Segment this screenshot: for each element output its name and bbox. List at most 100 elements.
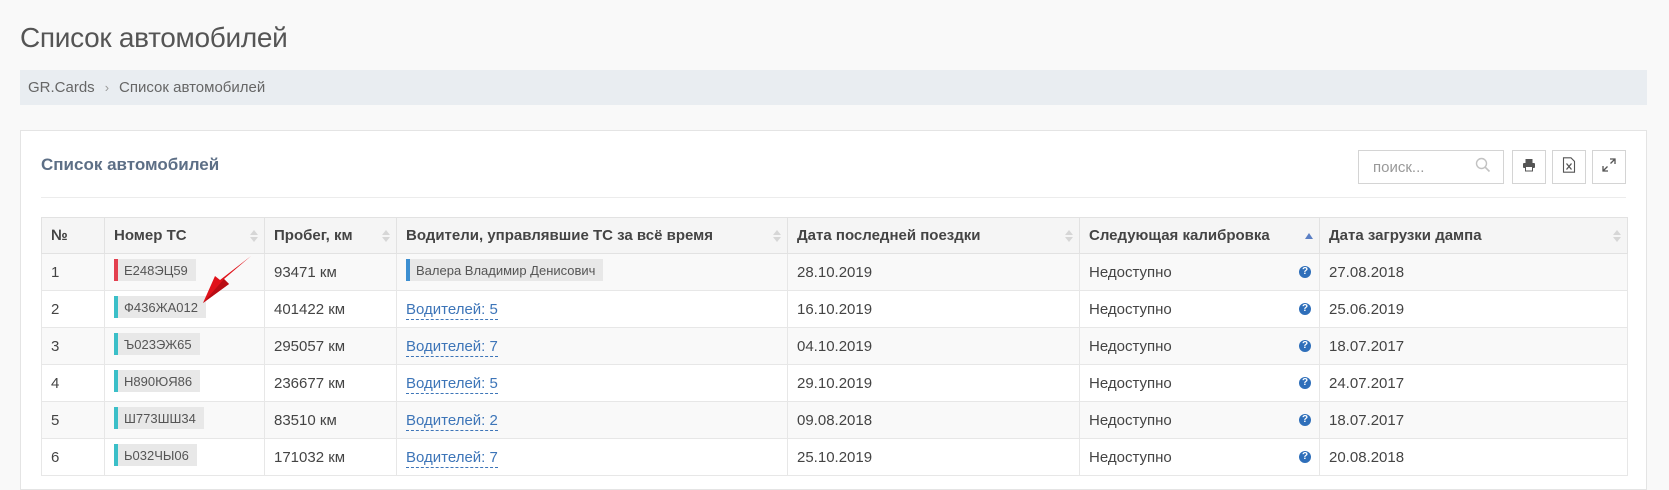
cell-number: 2 (41, 290, 105, 328)
excel-export-icon (1562, 156, 1576, 178)
cell-last-trip: 04.10.2019 (787, 327, 1080, 365)
cell-mileage: 171032 км (264, 438, 397, 476)
driver-tag[interactable]: Валера Владимир Денисович (406, 259, 604, 281)
sort-icon (1065, 229, 1073, 242)
cell-dump-date: 24.07.2017 (1319, 364, 1628, 402)
search-input[interactable] (1371, 157, 1475, 177)
cell-mileage: 83510 км (264, 401, 397, 439)
cell-last-trip: 09.08.2018 (787, 401, 1080, 439)
breadcrumb-current: Список автомобилей (119, 79, 266, 96)
cell-plate: Ф436ЖА012 (104, 290, 265, 328)
cell-drivers: Водителей: 7 (396, 438, 788, 476)
export-excel-button[interactable] (1552, 150, 1586, 184)
cell-number: 4 (41, 364, 105, 402)
cell-plate: Ъ023ЭЖ65 (104, 327, 265, 365)
print-icon (1522, 158, 1536, 177)
column-header-number: № (41, 217, 105, 254)
plate-badge[interactable]: Ш773ШШ34 (114, 407, 204, 429)
table-row[interactable]: 2 Ф436ЖА012 401422 км Водителей: 5 16.10.201… (41, 290, 1628, 328)
cell-plate: Ш773ШШ34 (104, 401, 265, 439)
drivers-count-link[interactable]: Водителей: 7 (406, 337, 498, 357)
cell-calibration: Недоступно? (1079, 401, 1320, 439)
plate-status-stripe (114, 407, 118, 429)
cell-drivers: Водителей: 5 (396, 290, 788, 328)
cell-drivers: Водителей: 5 (396, 364, 788, 402)
cell-last-trip: 25.10.2019 (787, 438, 1080, 476)
cell-plate: Е248ЭЦ59 (104, 253, 265, 291)
page-title: Список автомобилей (20, 22, 288, 53)
cell-drivers: Валера Владимир Денисович (396, 253, 788, 291)
vehicles-card: Список автомобилей № (20, 130, 1647, 490)
cell-calibration: Недоступно? (1079, 438, 1320, 476)
help-icon[interactable]: ? (1299, 414, 1311, 426)
help-icon[interactable]: ? (1299, 377, 1311, 389)
table-header-row: № Номер ТС Пробег, км Водители, управляв… (41, 217, 1628, 254)
sort-icon (1613, 229, 1621, 242)
cell-drivers: Водителей: 2 (396, 401, 788, 439)
search-icon[interactable] (1475, 157, 1491, 178)
help-icon[interactable]: ? (1299, 266, 1311, 278)
plate-status-stripe (114, 296, 118, 318)
column-header-mileage[interactable]: Пробег, км (264, 217, 397, 254)
table-row[interactable]: 1 Е248ЭЦ59 93471 км Валера Владимир Денисов… (41, 253, 1628, 291)
cell-calibration: Недоступно? (1079, 327, 1320, 365)
plate-badge[interactable]: Ь032ЧЫ06 (114, 444, 197, 466)
column-header-dump-date[interactable]: Дата загрузки дампа (1319, 217, 1628, 254)
plate-status-stripe (114, 259, 118, 281)
cell-plate: Ь032ЧЫ06 (104, 438, 265, 476)
column-header-last-trip[interactable]: Дата последней поездки (787, 217, 1080, 254)
plate-badge[interactable]: Е248ЭЦ59 (114, 259, 196, 281)
drivers-count-link[interactable]: Водителей: 5 (406, 374, 498, 394)
card-divider (41, 197, 1626, 198)
help-icon[interactable]: ? (1299, 303, 1311, 315)
cell-number: 1 (41, 253, 105, 291)
fullscreen-button[interactable] (1592, 150, 1626, 184)
cell-mileage: 295057 км (264, 327, 397, 365)
drivers-count-link[interactable]: Водителей: 2 (406, 411, 498, 431)
sort-ascending-icon (1305, 232, 1313, 239)
cell-dump-date: 20.08.2018 (1319, 438, 1628, 476)
help-icon[interactable]: ? (1299, 451, 1311, 463)
cell-mileage: 93471 км (264, 253, 397, 291)
plate-badge[interactable]: Ф436ЖА012 (114, 296, 206, 318)
print-button[interactable] (1512, 150, 1546, 184)
fullscreen-icon (1602, 157, 1616, 177)
table-toolbar (1358, 150, 1626, 184)
plate-badge[interactable]: Ъ023ЭЖ65 (114, 333, 200, 355)
breadcrumb: GR.Cards › Список автомобилей (20, 70, 1647, 105)
vehicles-table: № Номер ТС Пробег, км Водители, управляв… (41, 217, 1628, 476)
drivers-count-link[interactable]: Водителей: 5 (406, 300, 498, 320)
plate-badge[interactable]: Н890ЮЯ86 (114, 370, 201, 392)
cell-last-trip: 29.10.2019 (787, 364, 1080, 402)
cell-mileage: 401422 км (264, 290, 397, 328)
breadcrumb-home-link[interactable]: GR.Cards (28, 79, 95, 96)
chevron-right-icon: › (104, 80, 110, 95)
cell-dump-date: 18.07.2017 (1319, 327, 1628, 365)
cell-number: 3 (41, 327, 105, 365)
table-row[interactable]: 5 Ш773ШШ34 83510 км Водителей: 2 09.08.2018 Н… (41, 401, 1628, 439)
sort-icon (773, 229, 781, 242)
cell-last-trip: 16.10.2019 (787, 290, 1080, 328)
search-box (1358, 150, 1504, 184)
card-title: Список автомобилей (41, 155, 220, 174)
plate-status-stripe (114, 333, 118, 355)
table-body: 1 Е248ЭЦ59 93471 км Валера Владимир Денисов… (41, 253, 1628, 476)
column-header-plate[interactable]: Номер ТС (104, 217, 265, 254)
help-icon[interactable]: ? (1299, 340, 1311, 352)
cell-plate: Н890ЮЯ86 (104, 364, 265, 402)
sort-icon (250, 229, 258, 242)
column-header-drivers[interactable]: Водители, управлявшие ТС за всё время (396, 217, 788, 254)
cell-dump-date: 27.08.2018 (1319, 253, 1628, 291)
table-row[interactable]: 3 Ъ023ЭЖ65 295057 км Водителей: 7 04.10.2019… (41, 327, 1628, 365)
plate-status-stripe (114, 444, 118, 466)
cell-number: 6 (41, 438, 105, 476)
column-header-calibration[interactable]: Следующая калибровка (1079, 217, 1320, 254)
drivers-count-link[interactable]: Водителей: 7 (406, 448, 498, 468)
cell-drivers: Водителей: 7 (396, 327, 788, 365)
table-row[interactable]: 4 Н890ЮЯ86 236677 км Водителей: 5 29.10.2019… (41, 364, 1628, 402)
cell-mileage: 236677 км (264, 364, 397, 402)
cell-calibration: Недоступно? (1079, 290, 1320, 328)
cell-calibration: Недоступно? (1079, 364, 1320, 402)
cell-dump-date: 25.06.2019 (1319, 290, 1628, 328)
table-row[interactable]: 6 Ь032ЧЫ06 171032 км Водителей: 7 25.10.2019… (41, 438, 1628, 476)
